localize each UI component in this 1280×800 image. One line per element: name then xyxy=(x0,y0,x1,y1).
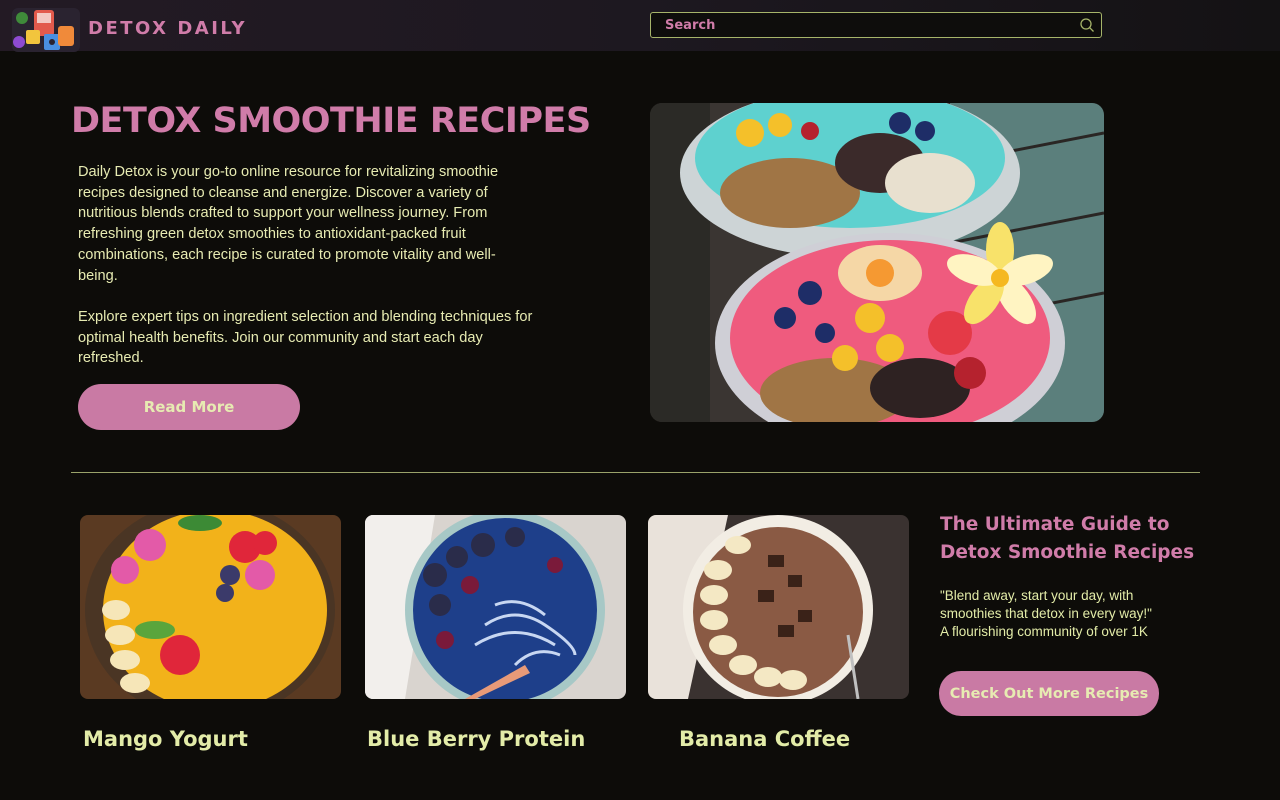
card-title-banana-coffee[interactable]: Banana Coffee xyxy=(679,727,850,751)
hero-description: Daily Detox is your go-to online resourc… xyxy=(78,162,533,390)
card-title-mango-yogurt[interactable]: Mango Yogurt xyxy=(83,727,248,751)
guide-title-line-1: The Ultimate Guide to xyxy=(940,514,1170,535)
hero-paragraph-2: Explore expert tips on ingredient select… xyxy=(78,308,533,367)
page-title: DETOX SMOOTHIE RECIPES xyxy=(71,101,591,141)
guide-quote-line-1: "Blend away, start your day, with xyxy=(940,588,1134,603)
banana-coffee-image[interactable] xyxy=(648,515,909,699)
top-bar: DETOX DAILY xyxy=(0,0,1280,52)
section-divider xyxy=(71,472,1200,473)
search-icon[interactable] xyxy=(1079,17,1095,33)
blue-berry-protein-image[interactable] xyxy=(365,515,626,699)
guide-title: The Ultimate Guide to Detox Smoothie Rec… xyxy=(940,511,1240,567)
check-out-more-recipes-button[interactable]: Check Out More Recipes xyxy=(939,671,1159,716)
guide-quote-line-2: smoothies that detox in every way!" xyxy=(940,606,1152,621)
hero-paragraph-1: Daily Detox is your go-to online resourc… xyxy=(78,164,499,284)
hero-smoothie-bowls-image xyxy=(650,103,1104,422)
brand-name[interactable]: DETOX DAILY xyxy=(88,18,247,39)
guide-quote-line-3: A flourishing community of over 1K xyxy=(940,624,1148,639)
mango-yogurt-image[interactable] xyxy=(80,515,341,699)
smoothie-logo-icon[interactable] xyxy=(10,4,82,52)
guide-title-line-2: Detox Smoothie Recipes xyxy=(940,542,1195,563)
read-more-button[interactable]: Read More xyxy=(78,384,300,430)
search-box[interactable] xyxy=(650,12,1102,38)
guide-quote: "Blend away, start your day, with smooth… xyxy=(940,587,1230,641)
search-input[interactable] xyxy=(651,13,1071,37)
card-title-blue-berry-protein[interactable]: Blue Berry Protein xyxy=(367,727,585,751)
